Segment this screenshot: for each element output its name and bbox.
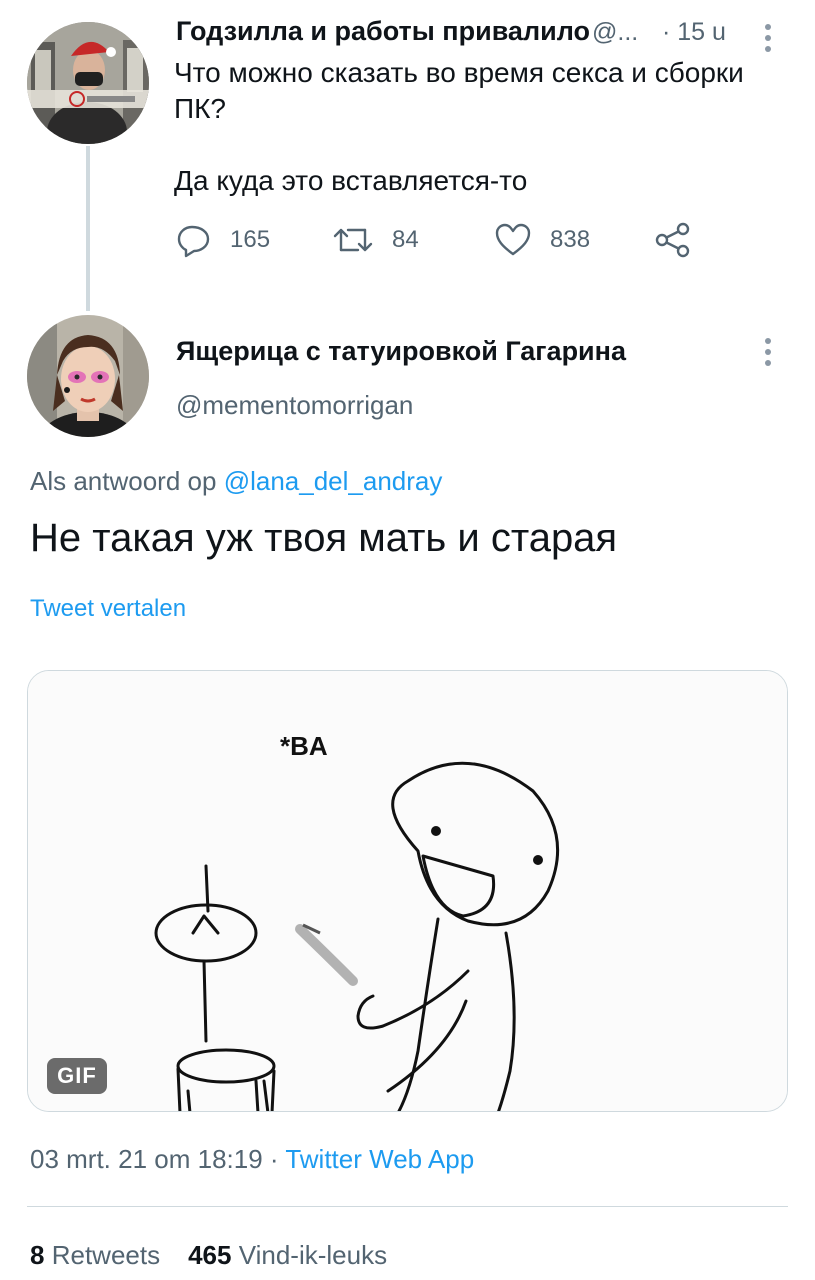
tweet-meta: 03 mrt. 21 om 18:19 · Twitter Web App [30,1144,474,1175]
parent-timestamp[interactable]: · 15 u [662,18,726,47]
share-action[interactable] [655,222,691,258]
stats-divider [27,1206,788,1207]
reply-avatar-image [27,315,149,437]
likes-label: Vind-ik-leuks [238,1240,388,1270]
reply-action[interactable]: 165 [176,222,270,258]
tweet-stats: 8 Retweets 465 Vind-ik-leuks [30,1240,387,1271]
likes-stat[interactable]: 465 Vind-ik-leuks [188,1240,387,1270]
gif-media[interactable]: *BA GIF [27,670,788,1112]
parent-tweet-text: Что можно сказать во время секса и сборк… [174,55,784,199]
parent-avatar-image [27,22,149,144]
replying-to-mention[interactable]: @lana_del_andray [224,466,443,496]
reply-author-name[interactable]: Ящерица с татуировкой Гагарина [176,336,626,367]
share-icon [655,222,690,258]
parent-author-name[interactable]: Годзилла и работы привалило [176,16,590,47]
parent-avatar[interactable] [27,22,149,144]
parent-author-handle[interactable]: @... [592,18,638,47]
parent-text-line: ПК? [174,93,227,124]
parent-text-line: Да куда это вставляется-то [174,165,528,196]
retweet-icon [333,228,373,252]
replying-to-line: Als antwoord op @lana_del_andray [30,466,442,497]
like-count: 838 [550,226,591,253]
translate-tweet-link[interactable]: Tweet vertalen [30,595,186,623]
gif-badge: GIF [47,1058,107,1094]
reply-icon [177,225,210,258]
retweets-label: Retweets [51,1240,161,1270]
like-icon [495,223,531,256]
reply-count: 165 [230,226,271,253]
retweet-action[interactable]: 84 [332,222,419,258]
retweets-count: 8 [30,1240,45,1270]
reply-tweet-text: Не такая уж твоя мать и старая [30,516,618,560]
replying-to-prefix: Als antwoord op [30,466,217,496]
parent-more-icon[interactable] [765,24,771,57]
parent-text-line: Что можно сказать во время секса и сборк… [174,57,744,88]
gif-caption: *BA [280,731,328,761]
tweet-timestamp[interactable]: 03 mrt. 21 om 18:19 · [30,1144,279,1174]
retweets-stat[interactable]: 8 Retweets [30,1240,160,1270]
thread-connector-line [86,146,90,311]
tweet-source[interactable]: Twitter Web App [285,1144,474,1174]
gif-drawing: *BA [28,671,787,1111]
reply-avatar[interactable] [27,315,149,437]
likes-total: 465 [188,1240,232,1270]
like-action[interactable]: 838 [494,222,590,258]
retweet-count: 84 [392,226,419,253]
reply-author-handle[interactable]: @mementomorrigan [176,390,413,421]
reply-more-icon[interactable] [765,338,771,371]
